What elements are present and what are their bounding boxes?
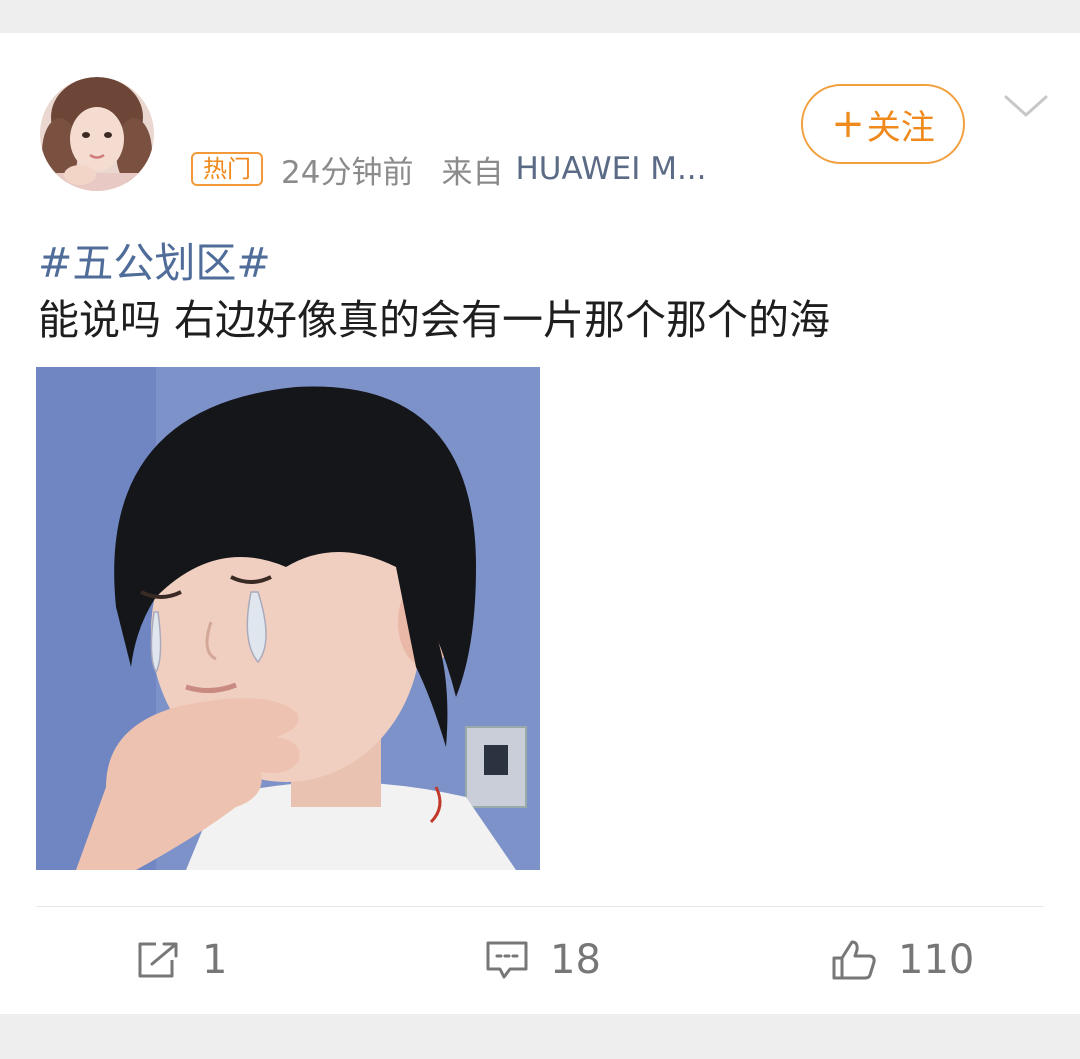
hot-badge: 热门 — [191, 152, 263, 186]
repost-count: 1 — [202, 937, 228, 983]
like-button[interactable]: 110 — [830, 935, 974, 985]
post-source: HUAWEI M... — [515, 151, 707, 187]
post-card: 热门 24分钟前 来自 HUAWEI M... + 关注 #五公划区# 能说吗 … — [0, 33, 1080, 1014]
post-meta: 热门 24分钟前 来自 HUAWEI M... — [191, 149, 707, 191]
more-options-button[interactable] — [1002, 91, 1050, 121]
post-text: 能说吗 右边好像真的会有一片那个那个的海 — [38, 296, 831, 344]
follow-label: 关注 — [866, 107, 935, 148]
comment-count: 18 — [550, 937, 601, 983]
post-time: 24分钟前 — [281, 154, 414, 191]
thumbs-up-icon — [832, 940, 876, 980]
comment-icon — [486, 941, 528, 979]
avatar[interactable] — [40, 77, 154, 191]
post-photo — [36, 367, 540, 870]
chevron-down-icon — [1004, 95, 1048, 117]
like-count: 110 — [898, 937, 975, 983]
topic-hashtag-link[interactable]: #五公划区# — [38, 229, 271, 289]
avatar-image — [40, 77, 154, 191]
weibo-post-page: 热门 24分钟前 来自 HUAWEI M... + 关注 #五公划区# 能说吗 … — [0, 0, 1080, 1059]
post-image[interactable] — [36, 367, 540, 870]
comment-button[interactable]: 18 — [484, 935, 601, 985]
plus-icon: + — [831, 101, 865, 147]
repost-button[interactable]: 1 — [136, 935, 227, 985]
source-prefix: 来自 — [441, 154, 504, 191]
share-icon — [138, 942, 178, 978]
divider — [36, 906, 1044, 907]
follow-button[interactable]: + 关注 — [801, 84, 965, 164]
